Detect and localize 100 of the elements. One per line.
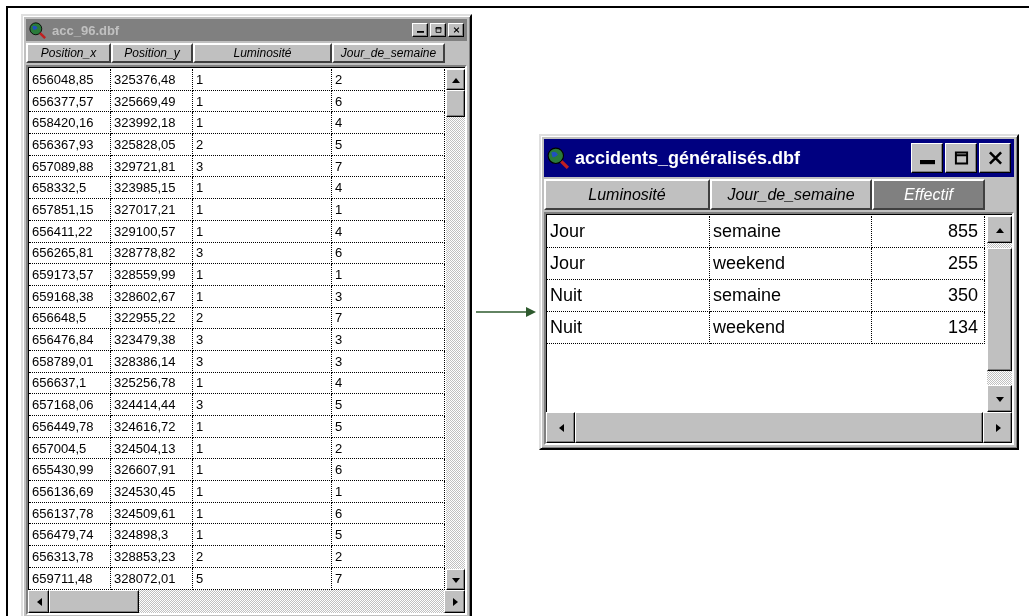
table-cell: 325376,48 xyxy=(111,69,193,91)
table-cell: 325828,05 xyxy=(111,134,193,156)
close-button[interactable] xyxy=(979,143,1011,173)
table-cell: 328853,23 xyxy=(111,546,193,568)
table-cell: 5 xyxy=(332,524,445,547)
minimize-button[interactable] xyxy=(412,23,428,37)
scroll-up-button[interactable] xyxy=(446,69,465,90)
scroll-down-button[interactable] xyxy=(446,569,465,590)
table-cell: 325256,78 xyxy=(111,372,193,395)
close-icon xyxy=(452,27,460,33)
table-cell: 1 xyxy=(193,199,332,221)
table-cell: 6 xyxy=(332,502,445,525)
table-cell: 255 xyxy=(872,248,985,280)
column-header[interactable]: Effectif xyxy=(872,179,985,210)
table-cell: 1 xyxy=(193,372,332,395)
table-cell: 1 xyxy=(193,437,332,460)
minimize-icon xyxy=(919,160,935,165)
column-header[interactable]: Jour_de_semaine xyxy=(710,179,872,210)
table-cell: 3 xyxy=(193,329,332,351)
table-cell: 655430,99 xyxy=(29,459,111,482)
maximize-button[interactable] xyxy=(945,143,977,173)
table-cell: 323985,15 xyxy=(111,177,193,200)
table-cell: 656313,78 xyxy=(29,546,111,568)
triangle-down-icon xyxy=(451,575,460,584)
scroll-right-button[interactable] xyxy=(983,412,1012,443)
table-cell: 1 xyxy=(193,69,332,91)
column-header[interactable]: Position_x xyxy=(26,43,111,63)
table-cell: 6 xyxy=(332,90,445,113)
table-cell: 324898,3 xyxy=(111,524,193,547)
column-header[interactable]: Jour_de_semaine xyxy=(332,43,445,63)
table-cell: 3 xyxy=(193,242,332,265)
table-cell: 329721,81 xyxy=(111,155,193,178)
table-cell: 657168,06 xyxy=(29,394,111,416)
minimize-button[interactable] xyxy=(911,143,943,173)
scroll-left-button[interactable] xyxy=(28,590,49,613)
table-cell: 1 xyxy=(193,481,332,503)
table-cell: 5 xyxy=(332,416,445,438)
table-cell: 1 xyxy=(193,502,332,525)
table-cell: 4 xyxy=(332,220,445,243)
table-cell: weekend xyxy=(710,312,872,344)
table-cell: 656367,93 xyxy=(29,134,111,156)
globe-magnifier-icon xyxy=(547,147,569,169)
scroll-down-button[interactable] xyxy=(987,385,1012,412)
scroll-right-button[interactable] xyxy=(444,590,465,613)
table-cell: 134 xyxy=(872,312,985,344)
table-cell: semaine xyxy=(710,280,872,312)
table-cell: 329100,57 xyxy=(111,220,193,243)
table-cell: 325669,49 xyxy=(111,90,193,113)
table-cell: 4 xyxy=(332,177,445,200)
minimize-icon xyxy=(416,31,424,33)
scroll-left-button[interactable] xyxy=(546,412,575,443)
table-cell: 2 xyxy=(332,437,445,460)
maximize-button[interactable] xyxy=(430,23,446,37)
window-title: acc_96.dbf xyxy=(52,22,121,38)
table-cell: 6 xyxy=(332,242,445,265)
table-cell: 656449,78 xyxy=(29,416,111,438)
table-cell: 326607,91 xyxy=(111,459,193,482)
table-cell: Nuit xyxy=(547,280,710,312)
scroll-up-button[interactable] xyxy=(987,216,1012,243)
table-cell: 328072,01 xyxy=(111,567,193,590)
table-cell: 324616,72 xyxy=(111,416,193,438)
table-cell: 656137,78 xyxy=(29,502,111,525)
table-cell: 2 xyxy=(193,546,332,568)
table-cell: 3 xyxy=(193,394,332,416)
table-cell: 327017,21 xyxy=(111,199,193,221)
table-cell: 1 xyxy=(193,524,332,547)
triangle-right-icon xyxy=(450,597,459,606)
table-cell: 3 xyxy=(332,285,445,308)
table-cell: 1 xyxy=(193,416,332,438)
table-cell: 657089,88 xyxy=(29,155,111,178)
table-cell: 324509,61 xyxy=(111,502,193,525)
table-cell: 2 xyxy=(193,134,332,156)
table-cell: 656411,22 xyxy=(29,220,111,243)
table-cell: 1 xyxy=(332,264,445,286)
triangle-down-icon xyxy=(995,394,1004,403)
scroll-thumb[interactable] xyxy=(987,248,1012,371)
table-cell: 1 xyxy=(332,481,445,503)
scroll-thumb[interactable] xyxy=(446,90,465,117)
table-cell: 659711,48 xyxy=(29,567,111,590)
scroll-thumb[interactable] xyxy=(575,412,983,443)
table-cell: 658789,01 xyxy=(29,350,111,373)
table-cell: 659168,38 xyxy=(29,285,111,308)
table-cell: weekend xyxy=(710,248,872,280)
table-cell: 4 xyxy=(332,112,445,135)
table-cell: 328602,67 xyxy=(111,285,193,308)
column-header[interactable]: Luminosité xyxy=(193,43,332,63)
close-button[interactable] xyxy=(448,23,464,37)
table-cell: 656048,85 xyxy=(29,69,111,91)
table-cell: 3 xyxy=(332,350,445,373)
table-cell: 3 xyxy=(193,350,332,373)
table-cell: 1 xyxy=(193,90,332,113)
table-cell: 328778,82 xyxy=(111,242,193,265)
table-cell: Jour xyxy=(547,216,710,248)
scroll-thumb[interactable] xyxy=(49,590,139,613)
column-header[interactable]: Luminosité xyxy=(544,179,710,210)
table-cell: 7 xyxy=(332,567,445,590)
table-cell: 1 xyxy=(193,220,332,243)
column-header[interactable]: Position_y xyxy=(111,43,193,63)
table-cell: 5 xyxy=(193,567,332,590)
table-cell: 656136,69 xyxy=(29,481,111,503)
